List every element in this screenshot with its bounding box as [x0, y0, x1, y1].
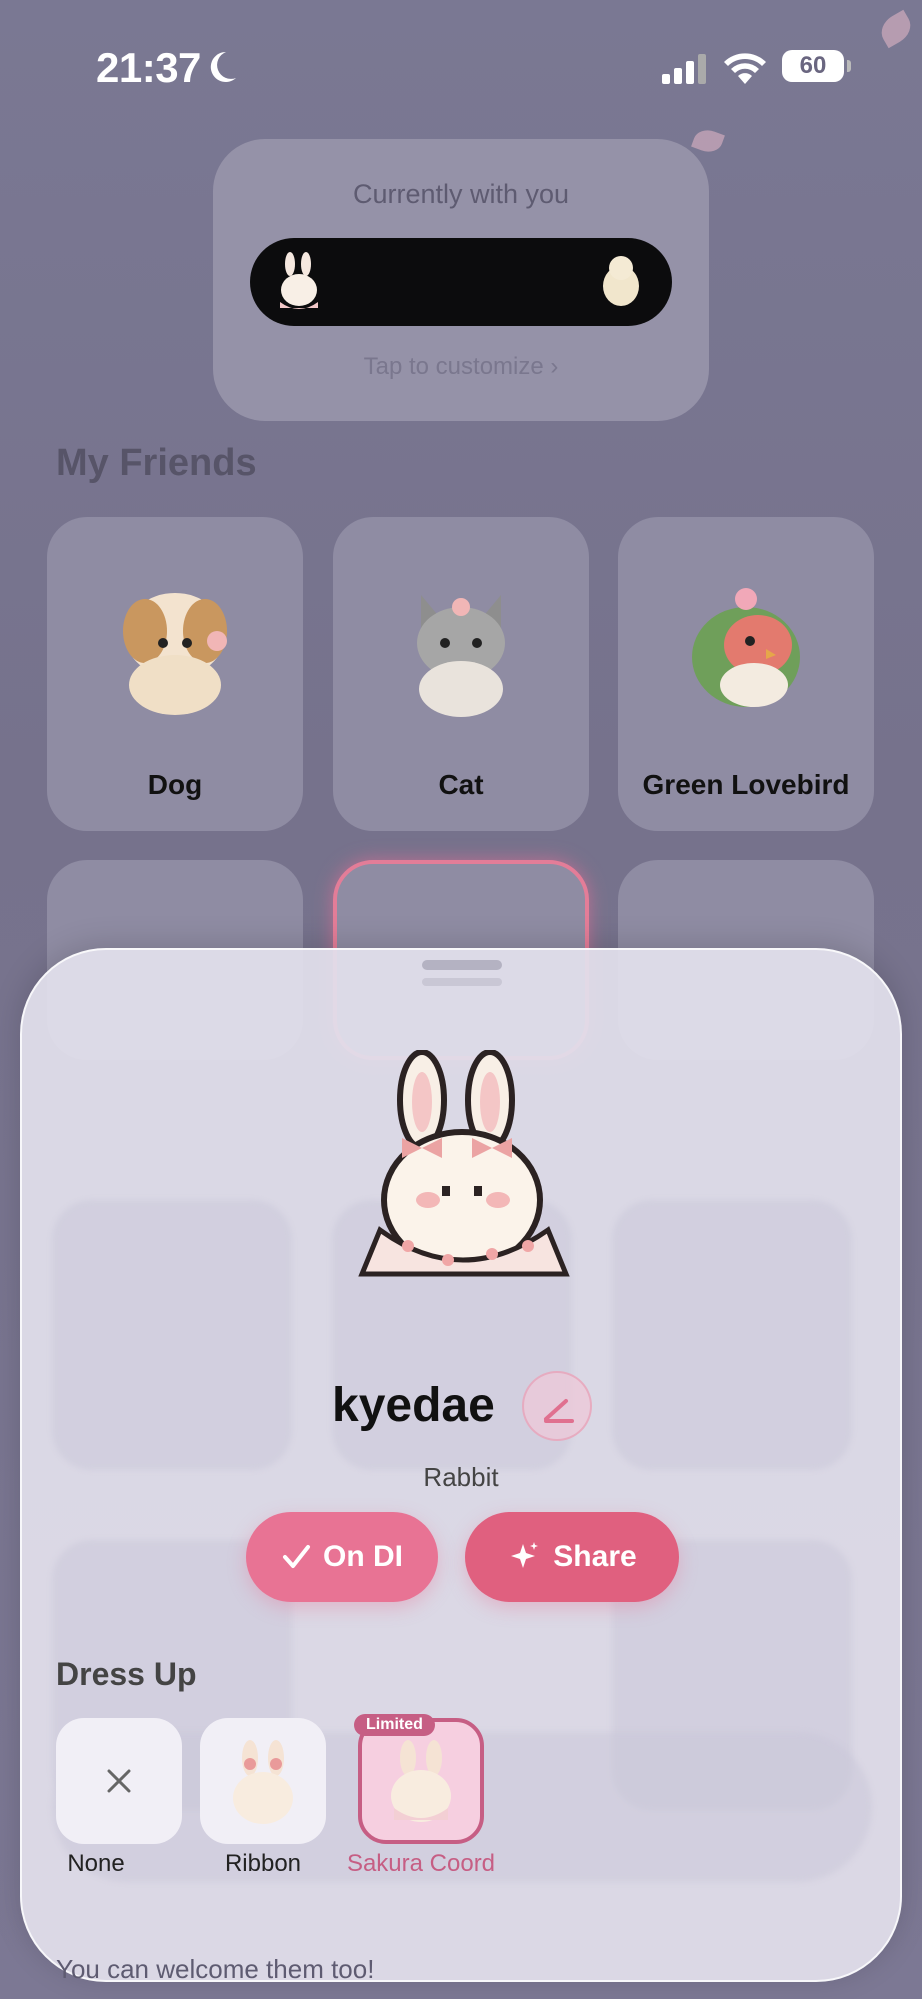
close-icon [107, 1769, 131, 1793]
rabbit-pet-image [358, 1050, 570, 1277]
friend-card-cat[interactable]: Cat [333, 517, 589, 831]
on-di-button[interactable]: On DI [246, 1512, 438, 1602]
my-friends-title: My Friends [56, 442, 257, 484]
rabbit-mini-icon [280, 252, 318, 309]
dress-option-ribbon[interactable] [200, 1718, 326, 1844]
friend-card-label: Green Lovebird [642, 769, 850, 800]
friend-card-green-lovebird[interactable]: Green Lovebird [618, 517, 874, 831]
status-time: 21:37 [96, 44, 201, 91]
current-pet-widget[interactable]: Currently with you Tap to customize › [213, 139, 709, 421]
blurred-card [612, 1200, 852, 1470]
customize-link[interactable]: Tap to customize › [213, 353, 709, 381]
blurred-card [52, 1200, 292, 1470]
moon-icon [210, 51, 236, 82]
pencil-icon [544, 1399, 574, 1423]
cat-icon [417, 595, 505, 717]
pet-detail-sheet: kyedae Rabbit On DI Share Dress Up None … [20, 948, 902, 1982]
dress-option-sakura-coord[interactable] [358, 1718, 484, 1844]
checkmark-icon [283, 1545, 310, 1568]
status-bar: 21:37 60 [0, 44, 922, 94]
wifi-icon [724, 53, 766, 84]
edit-name-button[interactable] [522, 1371, 592, 1441]
alpaca-mini-icon [603, 256, 639, 306]
dress-option-none[interactable] [56, 1718, 182, 1844]
dog-icon [123, 593, 227, 715]
dress-option-label: Ribbon [224, 1850, 302, 1877]
sheet-grabber-shadow [422, 978, 502, 986]
lovebird-icon [692, 588, 800, 707]
dynamic-island-preview [250, 238, 672, 326]
widget-title: Currently with you [352, 179, 570, 209]
pet-name: kyedae [332, 1379, 495, 1432]
share-label: Share [553, 1540, 637, 1573]
friend-card-label: Dog [147, 769, 203, 800]
rabbit-ribbon-icon [233, 1740, 293, 1824]
dress-option-label: Sakura Coord [346, 1850, 496, 1877]
sheet-grabber[interactable] [422, 960, 502, 970]
share-button[interactable]: Share [465, 1512, 679, 1602]
sparkle-icon [511, 1542, 539, 1568]
on-di-label: On DI [323, 1540, 403, 1573]
rabbit-sakura-icon [391, 1740, 451, 1822]
battery-indicator: 60 [782, 50, 851, 82]
friend-card-dog[interactable]: Dog [47, 517, 303, 831]
limited-badge: Limited [354, 1714, 435, 1736]
cellular-signal-icon [662, 54, 706, 84]
dress-up-title: Dress Up [56, 1656, 197, 1692]
welcome-hint: You can welcome them too! [56, 1954, 375, 1984]
friend-card-label: Cat [438, 769, 484, 800]
dress-option-label: None [67, 1850, 125, 1877]
pet-species: Rabbit [423, 1462, 499, 1492]
